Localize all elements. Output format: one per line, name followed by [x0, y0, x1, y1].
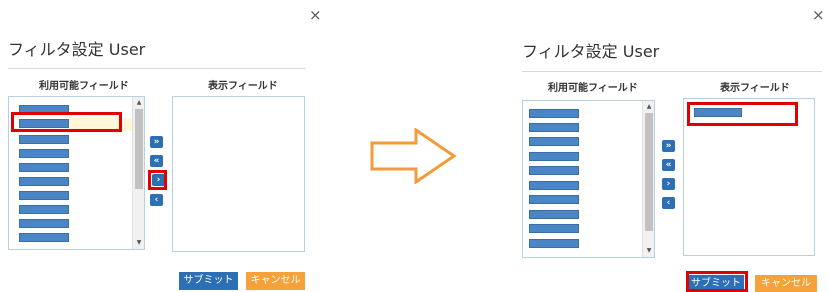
list-item[interactable]	[529, 224, 579, 233]
scroll-thumb[interactable]	[645, 113, 653, 231]
cancel-button[interactable]: キャンセル	[246, 272, 305, 290]
cancel-button[interactable]: キャンセル	[755, 275, 817, 292]
scroll-up-icon[interactable]: ▲	[133, 99, 144, 106]
close-icon[interactable]: ×	[812, 8, 825, 23]
selection-highlight-box	[11, 112, 122, 132]
move-all-right-button[interactable]: »	[662, 140, 675, 152]
list-item[interactable]	[529, 123, 579, 132]
move-left-button[interactable]: ‹	[662, 197, 675, 209]
scrollbar[interactable]: ▲ ▼	[642, 101, 654, 257]
move-right-highlight-box	[148, 170, 167, 190]
list-item[interactable]	[529, 166, 579, 175]
filter-dialog-before: × フィルタ設定 User 利用可能フィールド 表示フィールド ▲ ▼ » « …	[0, 0, 330, 292]
moved-item-highlight-box	[687, 102, 798, 126]
available-fields-list[interactable]: ▲ ▼	[522, 100, 655, 258]
list-item[interactable]	[529, 109, 579, 118]
scrollbar[interactable]: ▲ ▼	[132, 97, 144, 249]
list-item[interactable]	[529, 152, 579, 161]
available-fields-header: 利用可能フィールド	[39, 81, 129, 92]
scroll-up-icon[interactable]: ▲	[643, 103, 654, 110]
display-fields-header: 表示フィールド	[208, 81, 278, 92]
display-fields-header: 表示フィールド	[720, 83, 790, 94]
scroll-down-icon[interactable]: ▼	[643, 247, 654, 254]
list-item[interactable]	[529, 195, 579, 204]
list-item[interactable]	[529, 210, 579, 219]
move-right-button[interactable]: ›	[662, 178, 675, 190]
divider	[8, 68, 306, 69]
move-left-button[interactable]: ‹	[150, 194, 163, 206]
submit-highlight-box	[686, 271, 748, 292]
list-item[interactable]	[19, 191, 69, 200]
dialog-title: フィルタ設定 User	[522, 42, 660, 61]
move-all-left-button[interactable]: «	[662, 159, 675, 171]
filter-dialog-after: × フィルタ設定 User 利用可能フィールド 表示フィールド ▲ ▼ » « …	[510, 0, 828, 292]
divider	[522, 71, 822, 72]
list-item[interactable]	[19, 219, 69, 228]
submit-button[interactable]: サブミット	[179, 272, 238, 290]
list-item[interactable]	[19, 233, 69, 242]
list-item[interactable]	[19, 135, 69, 144]
list-item[interactable]	[19, 163, 69, 172]
dialog-title: フィルタ設定 User	[8, 40, 146, 59]
scroll-down-icon[interactable]: ▼	[133, 239, 144, 246]
list-item[interactable]	[19, 149, 69, 158]
list-item[interactable]	[529, 181, 579, 190]
display-fields-list[interactable]	[172, 96, 305, 252]
move-all-right-button[interactable]: »	[150, 136, 163, 148]
list-item[interactable]	[19, 205, 69, 214]
list-item[interactable]	[529, 137, 579, 146]
move-all-left-button[interactable]: «	[150, 155, 163, 167]
right-arrow-icon	[370, 128, 457, 184]
scroll-thumb[interactable]	[135, 109, 143, 189]
list-item[interactable]	[529, 239, 579, 248]
close-icon[interactable]: ×	[309, 8, 322, 23]
list-item[interactable]	[19, 177, 69, 186]
available-fields-header: 利用可能フィールド	[548, 83, 638, 94]
